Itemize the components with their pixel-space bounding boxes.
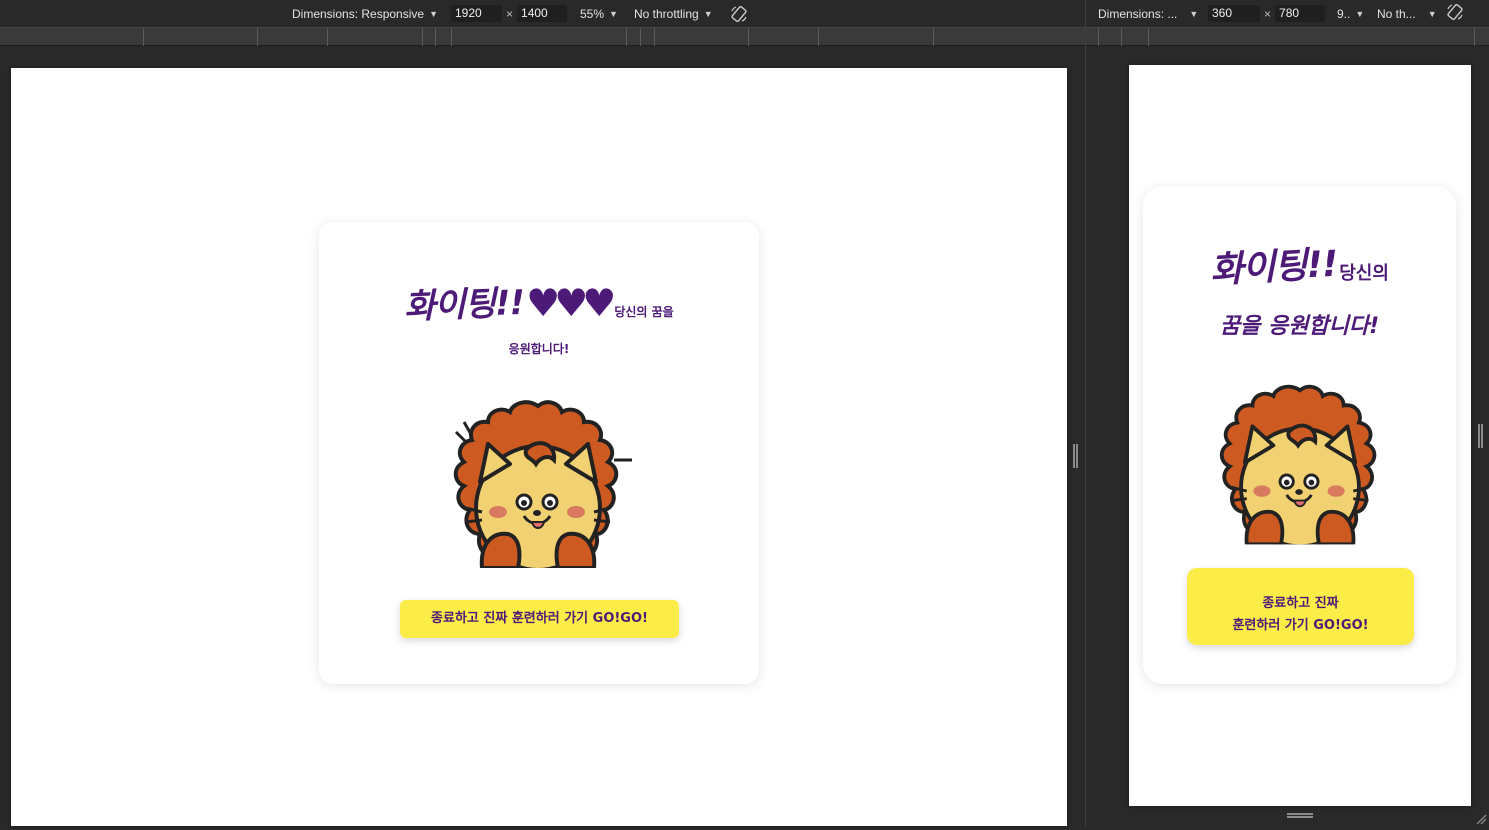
throttling-dropdown[interactable]: No throttling ▼ <box>634 7 713 21</box>
dimensions-dropdown[interactable]: Dimensions: Responsive ▼ <box>292 7 438 21</box>
times-sign: × <box>506 7 513 21</box>
devtools-toolbar-desktop: Dimensions: Responsive ▼ 1920 × 1400 55%… <box>0 0 1085 27</box>
lion-mascot-icon <box>436 398 640 568</box>
headline-big: 화이팅!! <box>403 275 524 328</box>
zoom-label: 55% <box>580 7 604 21</box>
throttling-dropdown[interactable]: No th... ▼ <box>1377 7 1437 21</box>
cheer-card: 화이팅!!♥♥♥당신의 꿈을 응원합니다! <box>319 222 759 684</box>
zoom-dropdown[interactable]: 9.. ▼ <box>1337 7 1364 21</box>
headline-line2: 응원합니다! <box>319 340 759 357</box>
headline-small: 당신의 <box>1339 259 1389 285</box>
cheer-card: 화이팅!!당신의 꿈을 응원합니다! <box>1143 186 1456 684</box>
cheer-headline: 화이팅!!당신의 꿈을 응원합니다! <box>1143 238 1456 340</box>
media-query-ruler-desktop[interactable] <box>0 27 1085 46</box>
go-training-button[interactable]: 종료하고 진짜 훈련하러 가기 GO!GO! <box>400 600 679 638</box>
devtools-toolbar-mobile: Dimensions: ... ▼ 360 × 780 9.. ▼ No th.… <box>1086 0 1489 27</box>
rotate-icon[interactable] <box>730 5 748 23</box>
chevron-down-icon: ▼ <box>1428 9 1437 19</box>
chevron-down-icon: ▼ <box>429 9 438 19</box>
media-query-ruler-mobile[interactable] <box>1086 27 1489 46</box>
throttling-label: No throttling <box>634 7 699 21</box>
times-sign: × <box>1264 7 1271 21</box>
cheer-headline: 화이팅!!♥♥♥당신의 꿈을 응원합니다! <box>319 277 759 357</box>
dimensions-label: Dimensions: ... <box>1098 7 1177 21</box>
cta-line1: 종료하고 진짜 <box>1187 593 1414 615</box>
cta-line2: 훈련하러 가기 GO!GO! <box>1187 615 1414 637</box>
viewport-desktop: 화이팅!!♥♥♥당신의 꿈을 응원합니다! <box>11 68 1067 826</box>
panel-divider <box>1085 0 1086 826</box>
throttling-label: No th... <box>1377 7 1416 21</box>
dimensions-dropdown[interactable]: Dimensions: ... ▼ <box>1098 7 1198 21</box>
chevron-down-icon: ▼ <box>704 9 713 19</box>
resize-handle-right[interactable] <box>1073 444 1078 468</box>
lion-mascot-icon <box>1203 382 1397 545</box>
dimensions-label: Dimensions: Responsive <box>292 7 424 21</box>
height-input[interactable]: 1400 <box>517 5 567 22</box>
resize-handle-right[interactable] <box>1478 424 1483 448</box>
zoom-dropdown[interactable]: 55% ▼ <box>580 7 618 21</box>
headline-small: 당신의 꿈을 <box>614 303 673 320</box>
hearts-icon: ♥♥♥ <box>526 281 610 325</box>
go-training-button[interactable]: 종료하고 진짜 훈련하러 가기 GO!GO! <box>1187 568 1414 645</box>
width-input[interactable]: 1920 <box>451 5 502 22</box>
height-input[interactable]: 780 <box>1275 5 1325 22</box>
resize-handle-bottom[interactable] <box>1287 813 1313 818</box>
viewport-mobile: 화이팅!!당신의 꿈을 응원합니다! <box>1129 65 1471 806</box>
width-input[interactable]: 360 <box>1208 5 1260 22</box>
headline-big: 화이팅!! <box>1209 235 1339 294</box>
chevron-down-icon: ▼ <box>609 9 618 19</box>
headline-line2: 꿈을 응원합니다! <box>1143 308 1456 340</box>
resize-corner-icon[interactable] <box>1475 812 1487 824</box>
chevron-down-icon: ▼ <box>1189 9 1198 19</box>
zoom-label: 9.. <box>1337 7 1350 21</box>
chevron-down-icon: ▼ <box>1355 9 1364 19</box>
rotate-icon[interactable] <box>1446 3 1464 21</box>
